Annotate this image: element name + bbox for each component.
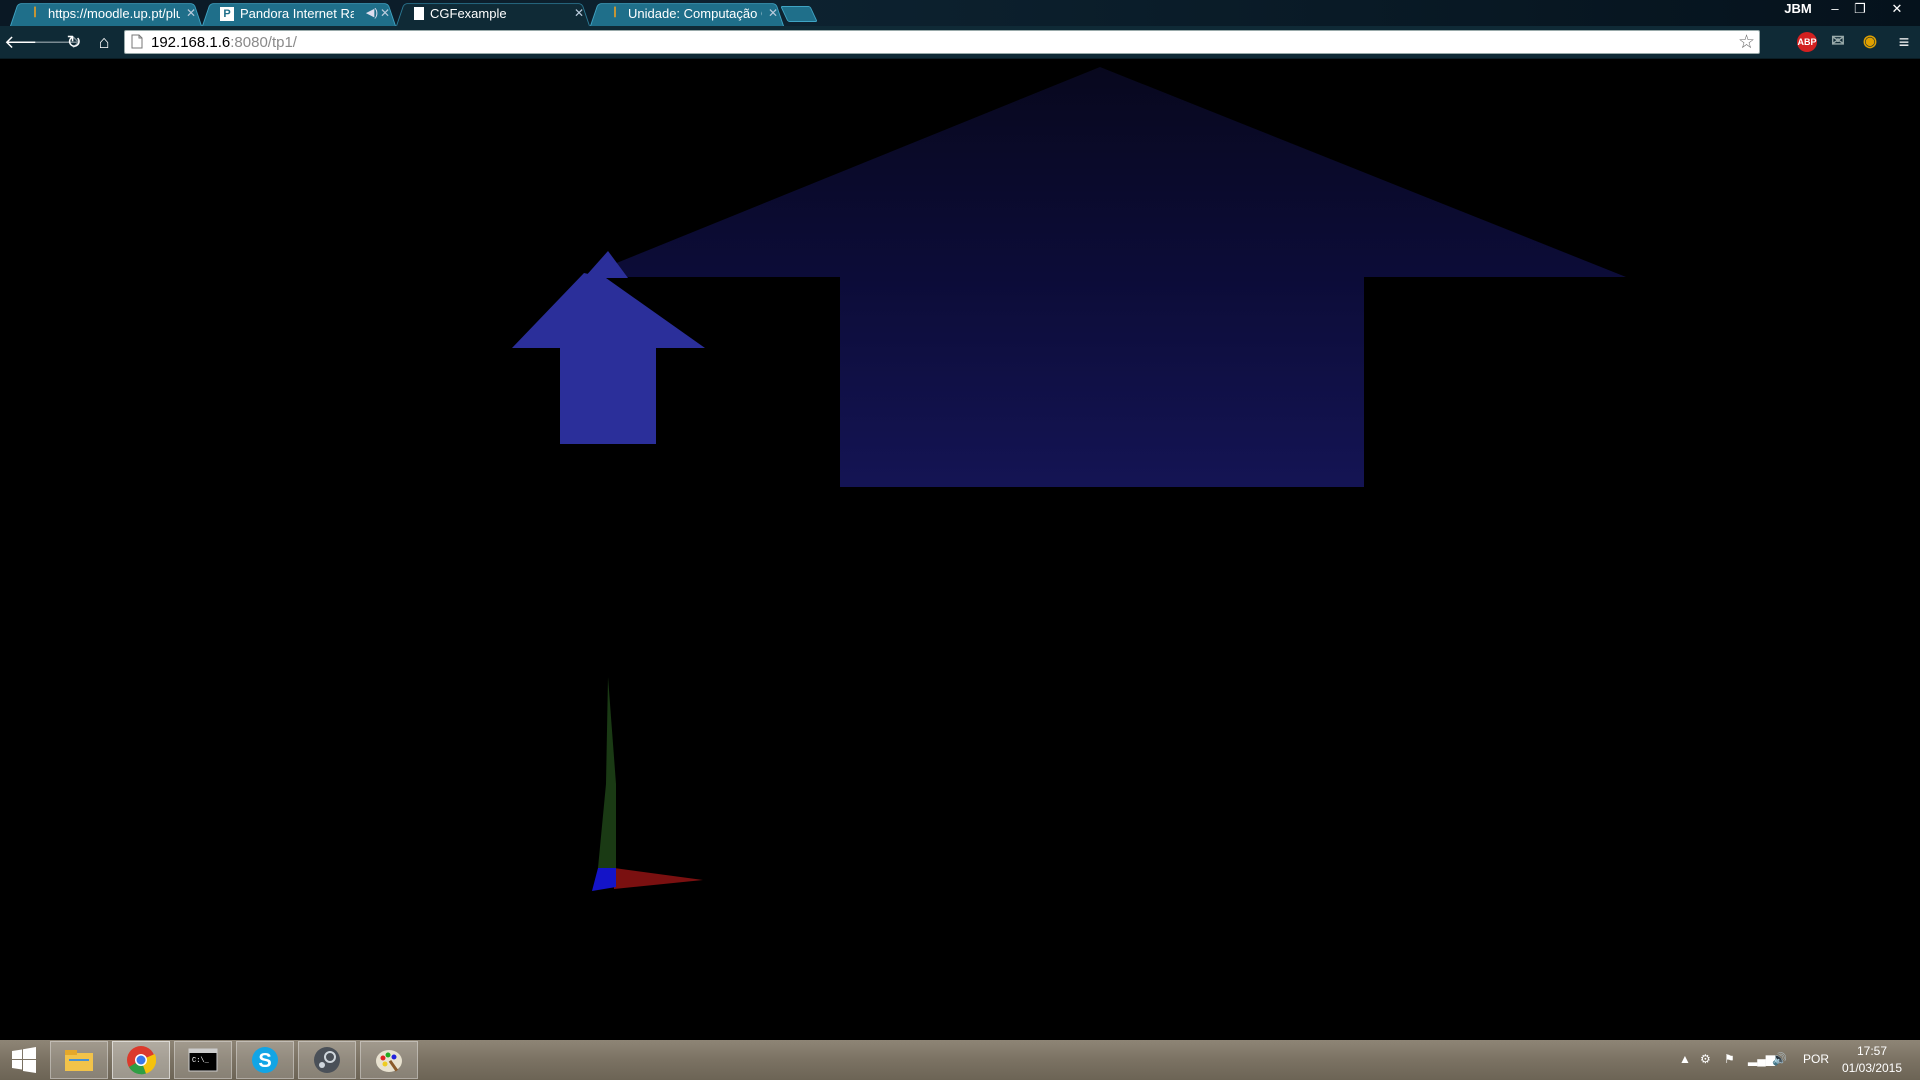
tab-moodle[interactable]: ꟾ https://moodle.up.pt/plu ✕ [10,1,202,26]
tab-title: CGFexample [430,6,507,21]
y-axis-shape [606,677,616,784]
windows-logo-icon [12,1047,36,1073]
close-tab-icon[interactable]: ✕ [380,6,390,20]
bookmark-star-icon[interactable]: ☆ [1738,31,1755,54]
close-tab-icon[interactable]: ✕ [768,6,778,20]
tab-pandora[interactable]: P Pandora Internet Radio ◀) ✕ [202,1,396,26]
volume-icon[interactable]: 🔊 [1772,1052,1787,1066]
chrome-icon[interactable] [112,1041,170,1079]
input-language[interactable]: POR [1803,1052,1829,1066]
x-axis-shape [614,868,703,889]
close-window-button[interactable]: ✕ [1880,0,1914,18]
menu-icon[interactable]: ≡ [1892,30,1916,54]
audio-playing-icon: ◀) [365,7,378,19]
moodle-icon: ꟾ [33,8,37,20]
address-bar[interactable]: 192.168.1.6:8080/tp1/ ☆ [124,30,1760,54]
steam-icon[interactable] [298,1041,356,1079]
extension-icon[interactable]: ◉ [1860,32,1880,52]
profile-button[interactable]: JBM [1782,0,1814,18]
large-house-shape [582,67,1626,487]
show-hidden-icons-icon[interactable]: ▲ [1679,1052,1691,1066]
url-host: 192.168.1.6 [151,34,231,51]
axis-origin-shape [598,784,616,868]
forward-button[interactable]: 🡒 [33,30,81,54]
skype-icon[interactable]: S [236,1041,294,1079]
tray-app-icon[interactable]: ⚙ [1700,1052,1711,1066]
pandora-icon: P [220,6,234,21]
file-explorer-icon[interactable] [50,1041,108,1079]
url-text: 192.168.1.6:8080/tp1/ [151,34,297,51]
home-button[interactable]: ⌂ [92,30,116,54]
url-path: :8080/tp1/ [230,34,297,51]
tab-title: https://moodle.up.pt/plu [48,6,180,21]
moodle-icon: ꟾ [613,8,617,20]
desktop-screen: ꟾ https://moodle.up.pt/plu ✕ P Pandora I… [0,0,1920,1080]
z-axis-shape [592,868,616,891]
svg-text:C:\_: C:\_ [192,1057,210,1065]
svg-text:S: S [258,1050,271,1072]
tab-cgfexample[interactable]: CGFexample ✕ [396,1,590,26]
page-icon [131,34,143,49]
close-tab-icon[interactable]: ✕ [574,6,584,20]
webgl-canvas[interactable] [0,59,1920,1039]
command-prompt-icon[interactable]: C:\_ [174,1041,232,1079]
restore-button[interactable]: ❐ [1848,0,1872,18]
clock-time[interactable]: 17:57 [1842,1044,1902,1058]
small-house-shape [512,273,705,444]
scene-svg [512,67,1626,891]
start-button[interactable] [0,1041,48,1079]
mail-icon[interactable]: ✉ [1828,32,1848,52]
browser-toolbar: 🡐 🡒 ↻ ⌂ 192.168.1.6:8080/tp1/ ☆ ABP ✉ ◉ … [0,26,1920,59]
new-tab-button[interactable] [784,6,814,22]
tab-title: Unidade: Computação Gr [628,6,762,21]
adblock-plus-icon[interactable]: ABP [1797,32,1817,52]
page-icon [414,7,424,20]
tab-unidade[interactable]: ꟾ Unidade: Computação Gr ✕ [590,1,784,26]
windows-taskbar: C:\_ S ▲ ⚙ ⚑ ▂▄▆ 🔊 POR 17:57 01/03/2015 [0,1040,1920,1080]
tab-title: Pandora Internet Radio [240,6,354,21]
reload-button[interactable]: ↻ [62,30,86,54]
action-center-flag-icon[interactable]: ⚑ [1724,1052,1735,1066]
close-tab-icon[interactable]: ✕ [186,6,196,20]
back-button[interactable]: 🡐 [4,30,52,54]
paint-icon[interactable] [360,1041,418,1079]
tab-strip: ꟾ https://moodle.up.pt/plu ✕ P Pandora I… [0,0,1920,26]
clock-date[interactable]: 01/03/2015 [1836,1061,1908,1075]
network-icon[interactable]: ▂▄▆ [1748,1052,1775,1066]
minimize-button[interactable]: – [1823,0,1847,18]
